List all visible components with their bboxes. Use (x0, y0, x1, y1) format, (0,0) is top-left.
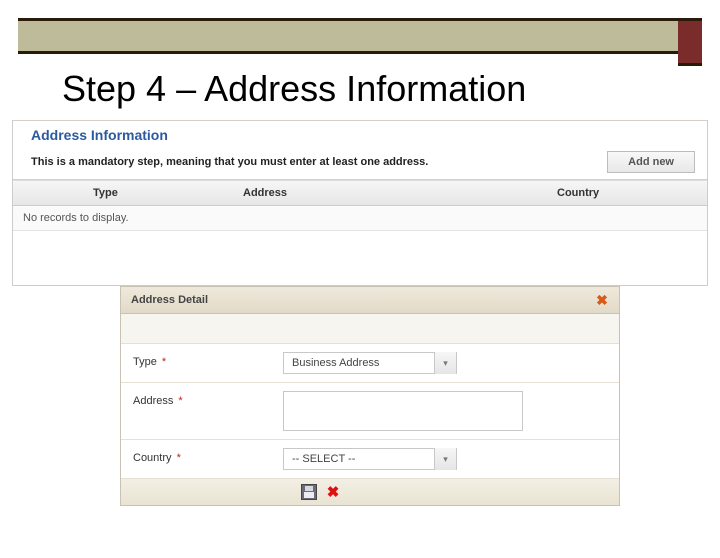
panel-spacer (13, 231, 707, 285)
row-type: Type * Business Address ▾ (121, 344, 619, 383)
slide-title: Step 4 – Address Information (62, 68, 690, 110)
col-type: Type (13, 187, 173, 199)
label-type-text: Type (133, 356, 157, 368)
label-country: Country * (133, 448, 283, 464)
mandatory-bar: This is a mandatory step, meaning that y… (13, 147, 707, 180)
detail-footer: ✖ (121, 479, 619, 505)
close-icon[interactable]: ✖ (595, 293, 609, 307)
mandatory-message: This is a mandatory step, meaning that y… (31, 156, 428, 168)
add-new-button[interactable]: Add new (607, 151, 695, 173)
label-address-text: Address (133, 395, 173, 407)
chevron-down-icon[interactable]: ▾ (434, 352, 456, 374)
address-textarea[interactable] (283, 391, 523, 431)
required-marker: * (178, 395, 182, 407)
detail-title: Address Detail (131, 294, 208, 306)
address-detail-panel: Address Detail ✖ Type * Business Address… (120, 286, 620, 506)
no-records-message: No records to display. (13, 206, 707, 231)
required-marker: * (162, 356, 166, 368)
country-select-value: -- SELECT -- (284, 453, 434, 465)
address-table-header: Type Address Country (13, 180, 707, 206)
type-select-value: Business Address (284, 357, 434, 369)
section-heading: Address Information (13, 120, 707, 147)
chevron-down-icon[interactable]: ▾ (434, 448, 456, 470)
row-address: Address * (121, 383, 619, 440)
country-select[interactable]: -- SELECT -- ▾ (283, 448, 457, 470)
col-country: Country (487, 187, 707, 199)
detail-header: Address Detail ✖ (121, 287, 619, 314)
decorative-band (18, 18, 702, 54)
detail-blank-row (121, 314, 619, 344)
col-address: Address (173, 187, 487, 199)
row-country: Country * -- SELECT -- ▾ (121, 440, 619, 479)
cancel-icon[interactable]: ✖ (325, 484, 341, 500)
address-info-panel: Address Information This is a mandatory … (12, 120, 708, 286)
label-type: Type * (133, 352, 283, 368)
save-icon[interactable] (301, 484, 317, 500)
type-select[interactable]: Business Address ▾ (283, 352, 457, 374)
required-marker: * (177, 452, 181, 464)
label-address: Address * (133, 391, 283, 407)
label-country-text: Country (133, 452, 172, 464)
